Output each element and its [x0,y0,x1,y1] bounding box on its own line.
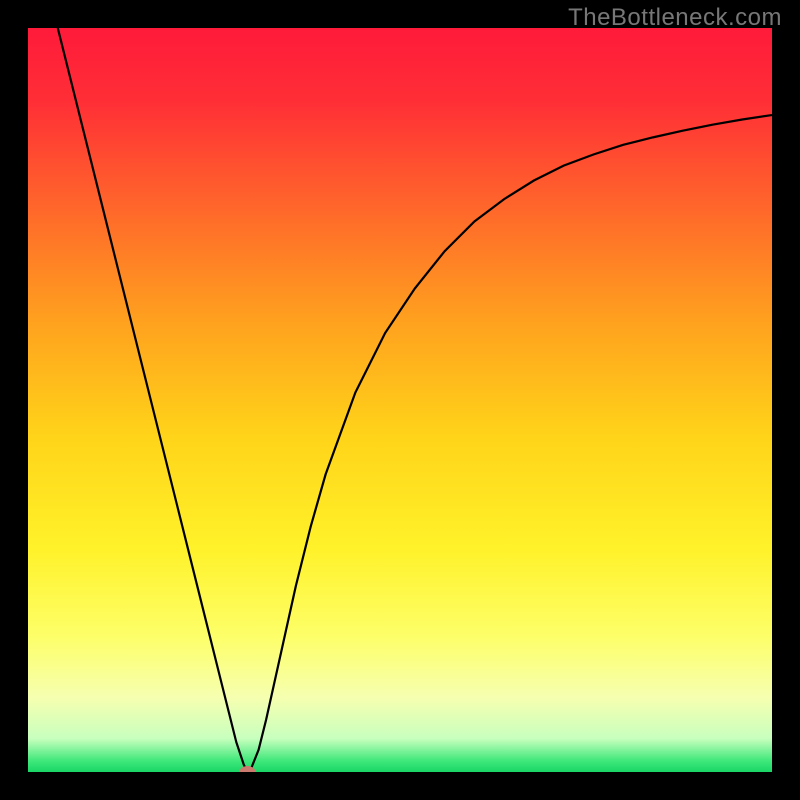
chart-frame: TheBottleneck.com [0,0,800,800]
watermark-text: TheBottleneck.com [568,4,782,32]
gradient-background [28,28,772,772]
plot-area [28,28,772,772]
chart-svg [28,28,772,772]
